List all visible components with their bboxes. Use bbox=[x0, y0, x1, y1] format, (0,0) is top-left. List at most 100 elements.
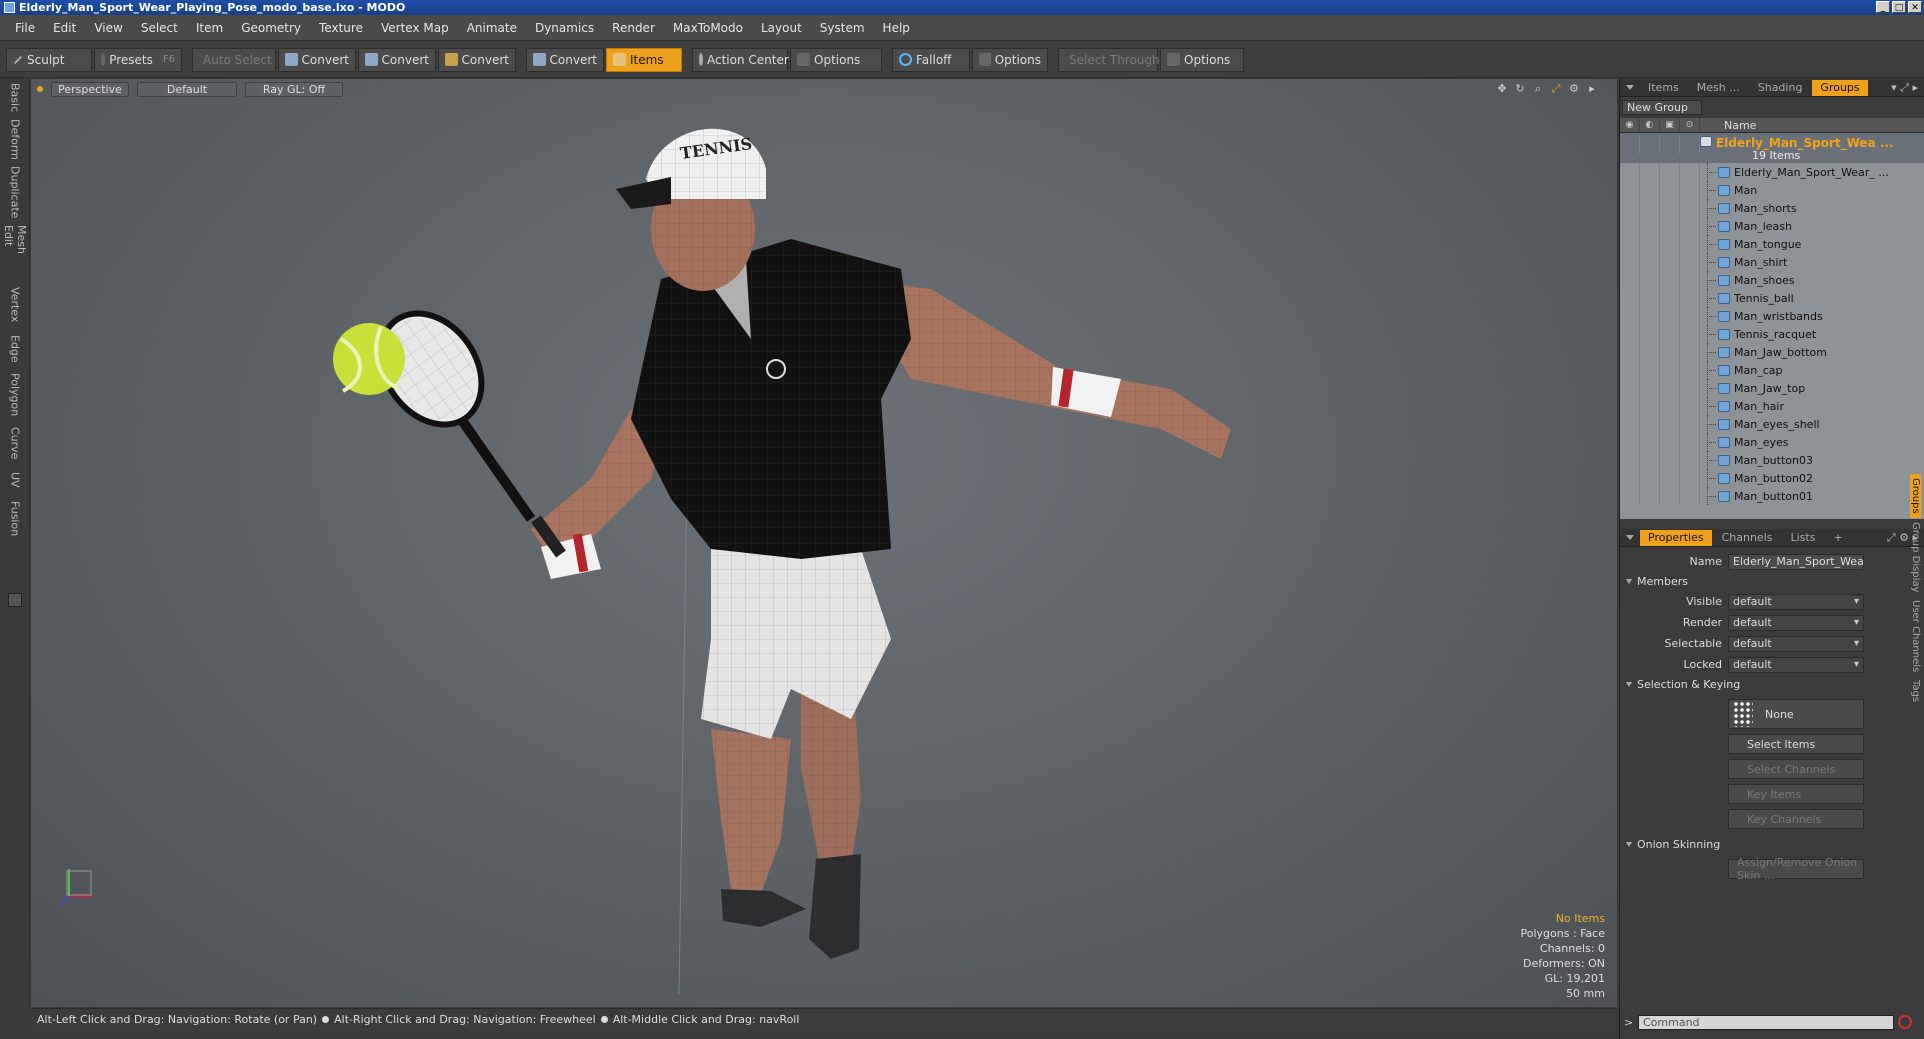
render-dropdown[interactable]: default bbox=[1728, 614, 1864, 631]
group-item-row[interactable]: Man_eyes_shell bbox=[1620, 415, 1924, 433]
side-tab-tags[interactable]: Tags bbox=[1910, 676, 1921, 706]
menu-item[interactable]: Item bbox=[187, 21, 232, 35]
maximize-button[interactable]: □ bbox=[1892, 1, 1906, 13]
menu-texture[interactable]: Texture bbox=[310, 21, 372, 35]
tab-duplicate[interactable]: Duplicate bbox=[4, 166, 26, 218]
menu-maxtomodo[interactable]: MaxToModo bbox=[664, 21, 752, 35]
group-item-row[interactable]: Man_wristbands bbox=[1620, 307, 1924, 325]
side-tab-groups[interactable]: Groups bbox=[1910, 474, 1921, 518]
menu-layout[interactable]: Layout bbox=[752, 21, 811, 35]
add-tab-button[interactable]: + bbox=[1825, 530, 1850, 546]
visibility-column-icon[interactable]: ◉ bbox=[1620, 117, 1640, 133]
tab-groups[interactable]: Groups bbox=[1812, 79, 1868, 96]
tab-mesh[interactable]: Mesh ... bbox=[1689, 80, 1748, 96]
menu-select[interactable]: Select bbox=[132, 21, 187, 35]
falloff-button[interactable]: Falloff bbox=[892, 47, 970, 72]
select-through-options-button[interactable]: Options bbox=[1160, 47, 1244, 72]
group-item-row[interactable]: Man_shorts bbox=[1620, 199, 1924, 217]
record-macro-icon[interactable] bbox=[1898, 1015, 1912, 1029]
select-items-button[interactable]: Select Items bbox=[1728, 734, 1864, 754]
group-item-row[interactable]: Man bbox=[1620, 181, 1924, 199]
tab-curve[interactable]: Curve bbox=[4, 425, 26, 461]
select-channels-button[interactable]: Select Channels bbox=[1728, 759, 1864, 779]
tab-mesh-edit[interactable]: Mesh Edit bbox=[2, 225, 28, 277]
command-input[interactable]: Command bbox=[1638, 1014, 1894, 1030]
group-item-row[interactable]: Man_cap bbox=[1620, 361, 1924, 379]
group-item-row[interactable]: Man_tongue bbox=[1620, 235, 1924, 253]
items-mode-button[interactable]: Items bbox=[606, 47, 682, 72]
menu-geometry[interactable]: Geometry bbox=[232, 21, 310, 35]
convert-items-button[interactable]: Convert bbox=[526, 47, 604, 72]
convert-edges-button[interactable]: Convert bbox=[358, 47, 436, 72]
falloff-options-button[interactable]: Options bbox=[972, 47, 1048, 72]
group-root-row[interactable]: Elderly_Man_Sport_Wea ... 19 Items bbox=[1620, 133, 1924, 163]
group-item-row[interactable]: Tennis_ball bbox=[1620, 289, 1924, 307]
assign-onion-skin-button[interactable]: Assign/Remove Onion Skin ... bbox=[1728, 856, 1864, 882]
name-column-header[interactable]: Name bbox=[1700, 119, 1756, 132]
action-center-options-button[interactable]: Options bbox=[790, 47, 882, 72]
menu-system[interactable]: System bbox=[811, 21, 874, 35]
groups-list[interactable]: Elderly_Man_Sport_Wea ... 19 Items Elder… bbox=[1620, 133, 1924, 519]
panel-expand-icon[interactable]: ▾ ⤢ ▸ bbox=[1891, 81, 1918, 95]
close-button[interactable]: ✕ bbox=[1908, 1, 1922, 13]
selectable-dropdown[interactable]: default bbox=[1728, 635, 1864, 652]
group-item-row[interactable]: Man_button03 bbox=[1620, 451, 1924, 469]
tab-properties[interactable]: Properties bbox=[1640, 529, 1712, 546]
locked-dropdown[interactable]: default bbox=[1728, 656, 1864, 673]
group-item-row[interactable]: Man_eyes bbox=[1620, 433, 1924, 451]
tab-items[interactable]: Items bbox=[1640, 80, 1687, 96]
tab-basic[interactable]: Basic bbox=[4, 83, 26, 113]
menu-file[interactable]: File bbox=[6, 21, 44, 35]
select-through-button[interactable]: Select Through bbox=[1058, 47, 1160, 72]
3d-viewport[interactable]: Perspective Default Ray GL: Off ✥ ↻ ⌕ ⤢ … bbox=[31, 79, 1617, 1007]
menu-render[interactable]: Render bbox=[603, 21, 664, 35]
presets-button[interactable]: Presets F6 bbox=[94, 47, 182, 72]
onion-skinning-section[interactable]: Onion Skinning bbox=[1620, 835, 1908, 854]
menu-vertex-map[interactable]: Vertex Map bbox=[372, 21, 458, 35]
key-items-button[interactable]: Key Items bbox=[1728, 784, 1864, 804]
tab-fusion[interactable]: Fusion bbox=[4, 499, 26, 539]
selection-keying-section[interactable]: Selection & Keying bbox=[1620, 675, 1908, 694]
group-name-field[interactable]: Elderly_Man_Sport_Wear_Playin bbox=[1728, 553, 1864, 570]
auto-select-button[interactable]: Auto Select bbox=[192, 47, 276, 72]
convert-vertices-button[interactable]: Convert bbox=[278, 47, 356, 72]
group-item-row[interactable]: Man_button01 bbox=[1620, 487, 1924, 505]
side-tab-user-channels[interactable]: User Channels bbox=[1910, 596, 1921, 676]
tab-uv[interactable]: UV bbox=[4, 469, 26, 491]
group-item-row[interactable]: Man_leash bbox=[1620, 217, 1924, 235]
tab-deform[interactable]: Deform bbox=[4, 119, 26, 160]
group-item-row[interactable]: Man_shirt bbox=[1620, 253, 1924, 271]
side-tab-group-display[interactable]: Group Display bbox=[1910, 518, 1921, 596]
group-item-row[interactable]: Man_hair bbox=[1620, 397, 1924, 415]
lock-column-icon[interactable]: ▣ bbox=[1660, 117, 1680, 133]
menu-view[interactable]: View bbox=[85, 21, 131, 35]
members-section[interactable]: Members bbox=[1620, 572, 1908, 591]
group-item-row[interactable]: Man_Jaw_bottom bbox=[1620, 343, 1924, 361]
tab-vertex[interactable]: Vertex bbox=[4, 285, 26, 325]
menu-help[interactable]: Help bbox=[874, 21, 919, 35]
minimize-button[interactable]: _ bbox=[1876, 1, 1890, 13]
key-channels-button[interactable]: Key Channels bbox=[1728, 809, 1864, 829]
visible-dropdown[interactable]: default bbox=[1728, 593, 1864, 610]
tab-channels[interactable]: Channels bbox=[1714, 530, 1781, 546]
group-item-row[interactable]: Tennis_racquet bbox=[1620, 325, 1924, 343]
tab-lists[interactable]: Lists bbox=[1783, 530, 1824, 546]
tab-strip-toggle[interactable] bbox=[8, 593, 22, 607]
menu-edit[interactable]: Edit bbox=[44, 21, 85, 35]
new-group-button[interactable]: New Group bbox=[1622, 100, 1702, 115]
tab-shading[interactable]: Shading bbox=[1750, 80, 1811, 96]
convert-polygons-button[interactable]: Convert bbox=[438, 47, 516, 72]
tab-edge[interactable]: Edge bbox=[4, 333, 26, 365]
group-item-row[interactable]: Man_button02 bbox=[1620, 469, 1924, 487]
menu-animate[interactable]: Animate bbox=[458, 21, 526, 35]
select-column-icon[interactable]: ⊙ bbox=[1680, 117, 1700, 133]
keying-mode-button[interactable]: None bbox=[1728, 699, 1864, 729]
group-item-row[interactable]: Man_shoes bbox=[1620, 271, 1924, 289]
panel-menu-icon[interactable] bbox=[1626, 85, 1634, 90]
render-column-icon[interactable]: ◐ bbox=[1640, 117, 1660, 133]
group-item-row[interactable]: Elderly_Man_Sport_Wear_ ... bbox=[1620, 163, 1924, 181]
menu-dynamics[interactable]: Dynamics bbox=[526, 21, 603, 35]
action-center-button[interactable]: Action Center bbox=[692, 47, 789, 72]
sculpt-button[interactable]: Sculpt bbox=[6, 47, 92, 72]
panel-menu-icon[interactable] bbox=[1626, 535, 1634, 540]
